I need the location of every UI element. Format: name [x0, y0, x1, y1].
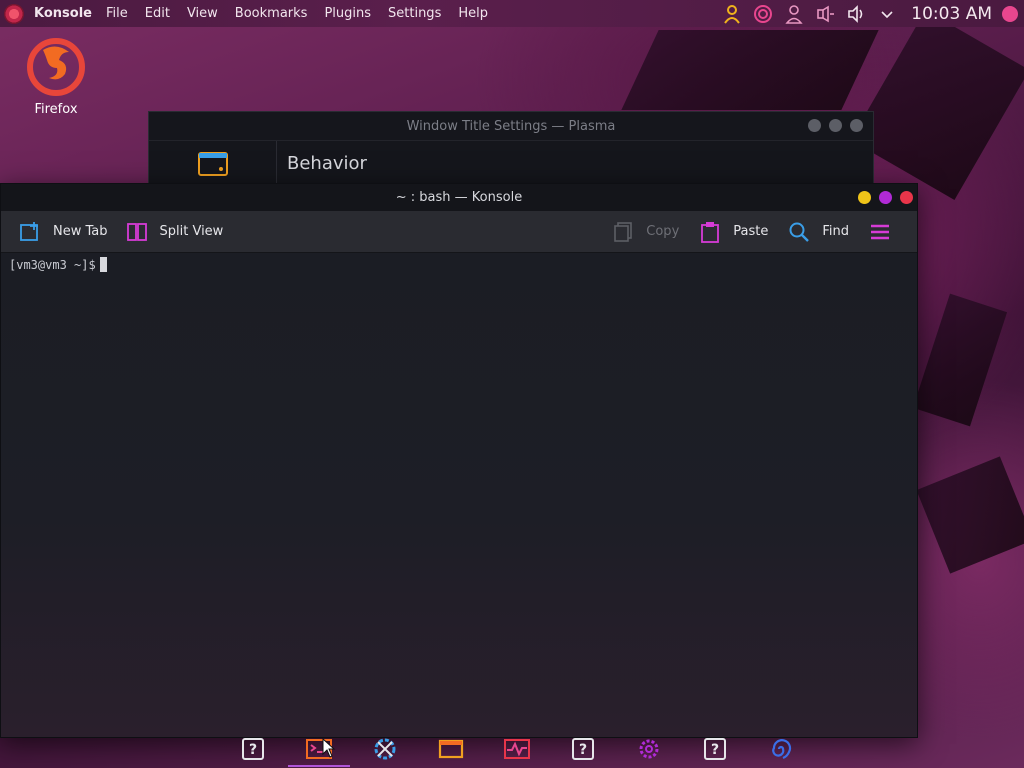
- mouse-pointer-icon: [322, 737, 336, 762]
- find-label: Find: [822, 224, 849, 239]
- paste-button[interactable]: Paste: [699, 221, 768, 243]
- task-manager: ? ? ?: [220, 730, 820, 768]
- task-unknown-app[interactable]: ?: [220, 730, 286, 768]
- volume-icon[interactable]: [845, 3, 867, 25]
- task-konsole[interactable]: [286, 730, 352, 768]
- search-icon: [788, 221, 810, 243]
- spiral-icon: [768, 736, 794, 762]
- maximize-button[interactable]: [879, 191, 892, 204]
- task-unknown-app[interactable]: ?: [682, 730, 748, 768]
- system-monitor-icon: [504, 736, 530, 762]
- find-button[interactable]: Find: [788, 221, 849, 243]
- desktop-icon-firefox[interactable]: Firefox: [18, 36, 94, 117]
- hamburger-menu-button[interactable]: [869, 221, 903, 243]
- unknown-app-icon: ?: [240, 736, 266, 762]
- gear-icon: [636, 736, 662, 762]
- copy-label: Copy: [646, 224, 680, 239]
- notifications-icon[interactable]: [1002, 5, 1018, 22]
- menu-view[interactable]: View: [187, 6, 218, 21]
- active-app-name: Konsole: [34, 6, 92, 21]
- task-unknown-app[interactable]: ?: [550, 730, 616, 768]
- window-icon: [438, 736, 464, 762]
- unknown-app-icon: ?: [570, 736, 596, 762]
- svg-text:?: ?: [249, 742, 257, 758]
- menu-help[interactable]: Help: [458, 6, 488, 21]
- microphone-muted-icon[interactable]: [814, 3, 836, 25]
- hamburger-menu-icon: [869, 221, 891, 243]
- chevron-down-icon[interactable]: [876, 3, 898, 25]
- shell-prompt: [vm3@vm3 ~]$: [9, 258, 96, 272]
- app-launcher-icon[interactable]: [4, 3, 24, 24]
- wallpaper-shard: [912, 293, 1008, 427]
- split-view-label: Split View: [159, 224, 224, 239]
- menu-file[interactable]: File: [106, 6, 128, 21]
- desktop-icon-label: Firefox: [34, 102, 78, 117]
- task-system-monitor[interactable]: [484, 730, 550, 768]
- wallpaper-shard: [850, 10, 1024, 200]
- close-button[interactable]: [900, 191, 913, 204]
- text-cursor: [99, 257, 107, 272]
- window-titlebar[interactable]: Window Title Settings — Plasma: [149, 112, 873, 140]
- konsole-window[interactable]: ~ : bash — Konsole New Tab Split View Co…: [0, 183, 918, 738]
- window-titlebar[interactable]: ~ : bash — Konsole: [1, 184, 917, 211]
- maximize-button[interactable]: [829, 119, 842, 132]
- person-icon[interactable]: [783, 3, 805, 25]
- new-tab-icon: [19, 221, 41, 243]
- toolbar: New Tab Split View Copy Paste Find: [1, 211, 917, 253]
- top-panel: Konsole File Edit View Bookmarks Plugins…: [0, 0, 1024, 27]
- window-title: Window Title Settings — Plasma: [406, 118, 616, 134]
- section-heading: Behavior: [287, 153, 367, 174]
- svg-text:?: ?: [711, 742, 719, 758]
- svg-text:?: ?: [579, 742, 587, 758]
- terminal-output[interactable]: [vm3@vm3 ~]$: [1, 253, 917, 737]
- split-view-icon: [126, 221, 148, 243]
- split-view-button[interactable]: Split View: [126, 221, 224, 243]
- window-decoration-icon[interactable]: [149, 141, 277, 186]
- task-window[interactable]: [418, 730, 484, 768]
- wallpaper-shard: [916, 456, 1024, 574]
- menu-settings[interactable]: Settings: [388, 6, 441, 21]
- paste-icon: [699, 221, 721, 243]
- task-system-settings[interactable]: [352, 730, 418, 768]
- wallpaper-shard: [621, 30, 879, 110]
- swirl-icon[interactable]: [752, 3, 774, 25]
- menu-edit[interactable]: Edit: [145, 6, 170, 21]
- new-tab-button[interactable]: New Tab: [19, 221, 108, 243]
- minimize-button[interactable]: [808, 119, 821, 132]
- copy-button[interactable]: Copy: [612, 221, 679, 243]
- task-spiral-app[interactable]: [748, 730, 814, 768]
- firefox-icon: [25, 36, 87, 98]
- new-tab-label: New Tab: [53, 224, 108, 239]
- menu-plugins[interactable]: Plugins: [324, 6, 371, 21]
- system-tray: 10:03 AM: [721, 0, 1024, 27]
- copy-icon: [612, 221, 634, 243]
- menu-bookmarks[interactable]: Bookmarks: [235, 6, 308, 21]
- task-settings[interactable]: [616, 730, 682, 768]
- user-icon[interactable]: [721, 3, 743, 25]
- settings-tool-icon: [372, 736, 398, 762]
- minimize-button[interactable]: [858, 191, 871, 204]
- clock[interactable]: 10:03 AM: [911, 4, 992, 24]
- window-title: ~ : bash — Konsole: [395, 190, 523, 205]
- paste-label: Paste: [733, 224, 769, 239]
- unknown-app-icon: ?: [702, 736, 728, 762]
- close-button[interactable]: [850, 119, 863, 132]
